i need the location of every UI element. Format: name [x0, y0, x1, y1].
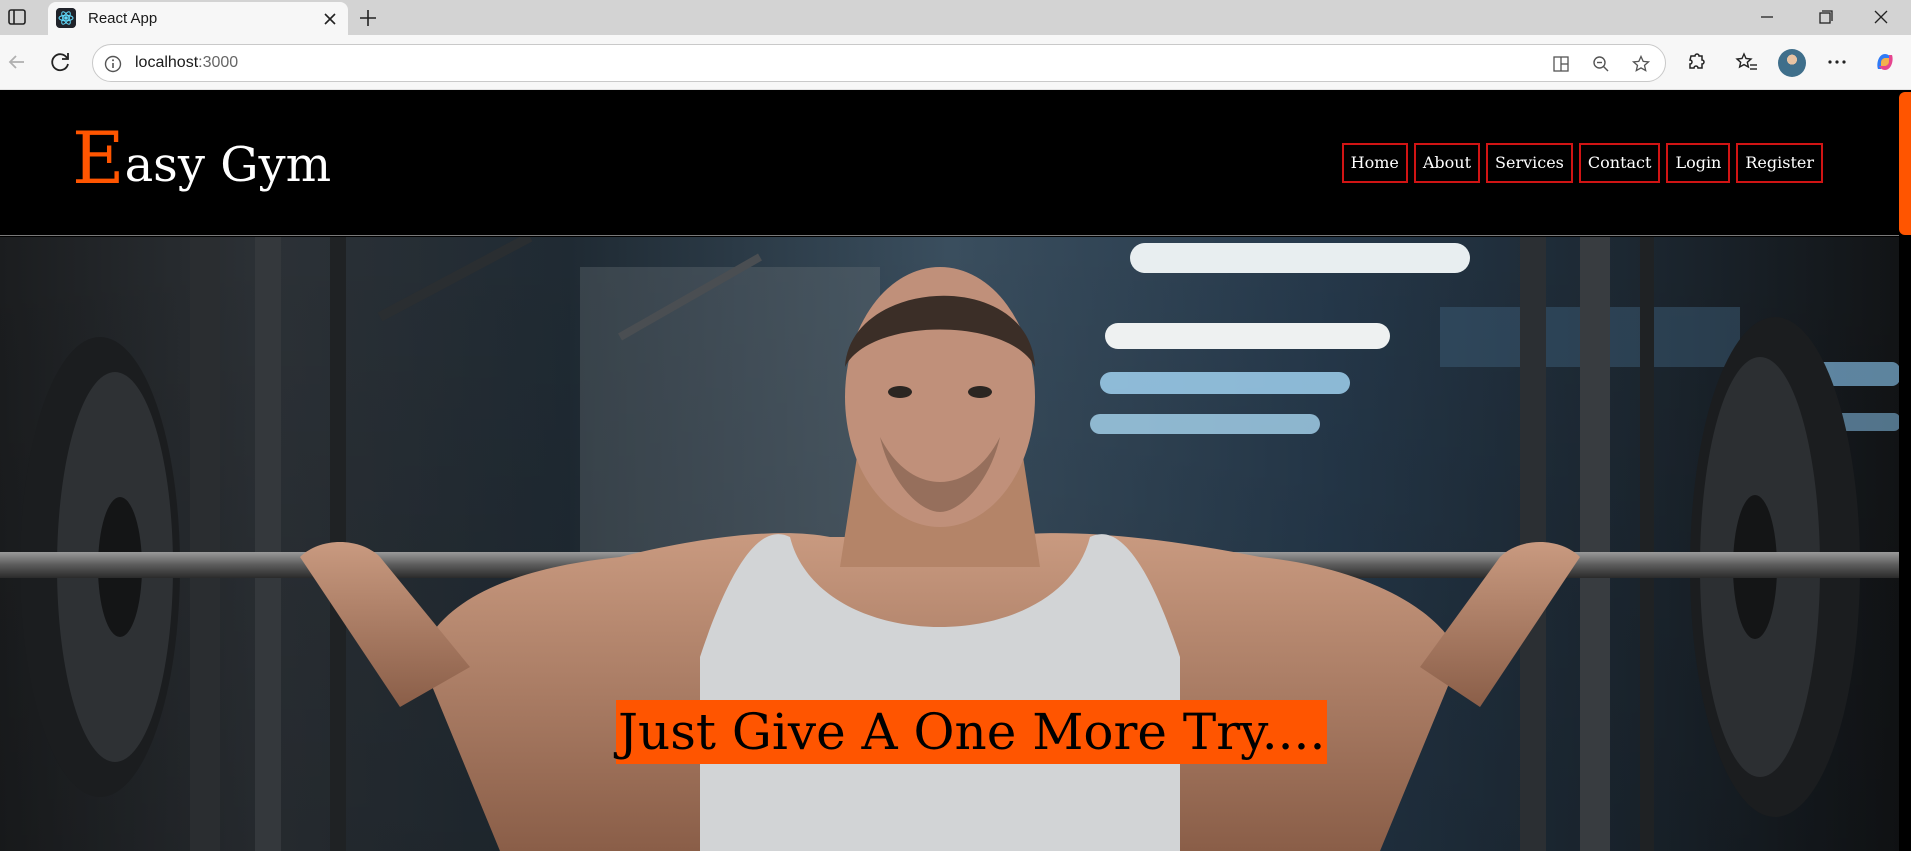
extensions-icon[interactable] — [1683, 49, 1709, 75]
favorites-list-icon[interactable] — [1734, 49, 1760, 75]
react-logo-icon — [56, 8, 76, 28]
browser-toolbar: localhost:3000 — [0, 35, 1911, 90]
logo-text: asy Gym — [124, 137, 332, 193]
nav-login[interactable]: Login — [1666, 143, 1731, 183]
back-arrow-icon[interactable] — [4, 49, 30, 75]
favorite-star-icon[interactable] — [1631, 54, 1651, 74]
minimize-icon[interactable] — [1752, 6, 1782, 28]
new-tab-icon[interactable] — [356, 6, 380, 30]
restore-icon[interactable] — [1810, 6, 1840, 28]
nav-register[interactable]: Register — [1736, 143, 1823, 183]
hero-section: Just Give A One More Try.... — [0, 237, 1899, 851]
tab-strip: React App — [0, 0, 1911, 35]
nav-services[interactable]: Services — [1486, 143, 1573, 183]
hero-tagline: Just Give A One More Try.... — [616, 700, 1328, 764]
site-header: Easy Gym Home About Services Contact Log… — [0, 90, 1899, 236]
url-text[interactable]: localhost:3000 — [135, 54, 238, 72]
close-window-icon[interactable] — [1866, 6, 1896, 28]
nav-home[interactable]: Home — [1341, 143, 1408, 183]
address-bar[interactable]: localhost:3000 — [92, 44, 1666, 82]
site-info-icon[interactable] — [103, 54, 123, 74]
site-logo[interactable]: Easy Gym — [72, 122, 331, 194]
url-port: :3000 — [198, 54, 239, 71]
profile-avatar[interactable] — [1778, 49, 1806, 77]
more-options-icon[interactable] — [1824, 49, 1850, 75]
page-viewport: Easy Gym Home About Services Contact Log… — [0, 90, 1911, 851]
tab-title: React App — [88, 10, 158, 27]
sidebar-toggle-icon[interactable] — [6, 6, 28, 28]
browser-tab[interactable]: React App — [48, 2, 348, 35]
main-nav: Home About Services Contact Login Regist… — [1341, 143, 1823, 183]
copilot-icon[interactable] — [1872, 49, 1898, 75]
logo-initial: E — [72, 116, 125, 200]
zoom-out-icon[interactable] — [1591, 54, 1611, 74]
scrollbar-thumb[interactable] — [1899, 92, 1911, 235]
nav-contact[interactable]: Contact — [1578, 143, 1661, 183]
nav-about[interactable]: About — [1413, 143, 1481, 183]
close-tab-icon[interactable] — [320, 9, 340, 29]
refresh-icon[interactable] — [48, 49, 74, 75]
url-host: localhost — [135, 54, 199, 71]
split-screen-icon[interactable] — [1551, 54, 1571, 74]
page-scrollbar[interactable] — [1899, 90, 1911, 851]
